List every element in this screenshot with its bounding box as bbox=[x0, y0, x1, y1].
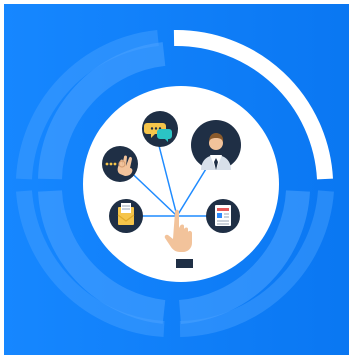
mail-envelope-icon bbox=[109, 199, 143, 233]
ok-gesture-icon bbox=[102, 146, 138, 182]
center-circle bbox=[83, 86, 279, 282]
chat-bubbles-icon bbox=[142, 111, 178, 147]
businessman-icon bbox=[191, 120, 241, 170]
illustration-frame bbox=[0, 0, 355, 361]
newspaper-icon bbox=[206, 199, 240, 233]
social-network-illustration bbox=[16, 29, 334, 337]
